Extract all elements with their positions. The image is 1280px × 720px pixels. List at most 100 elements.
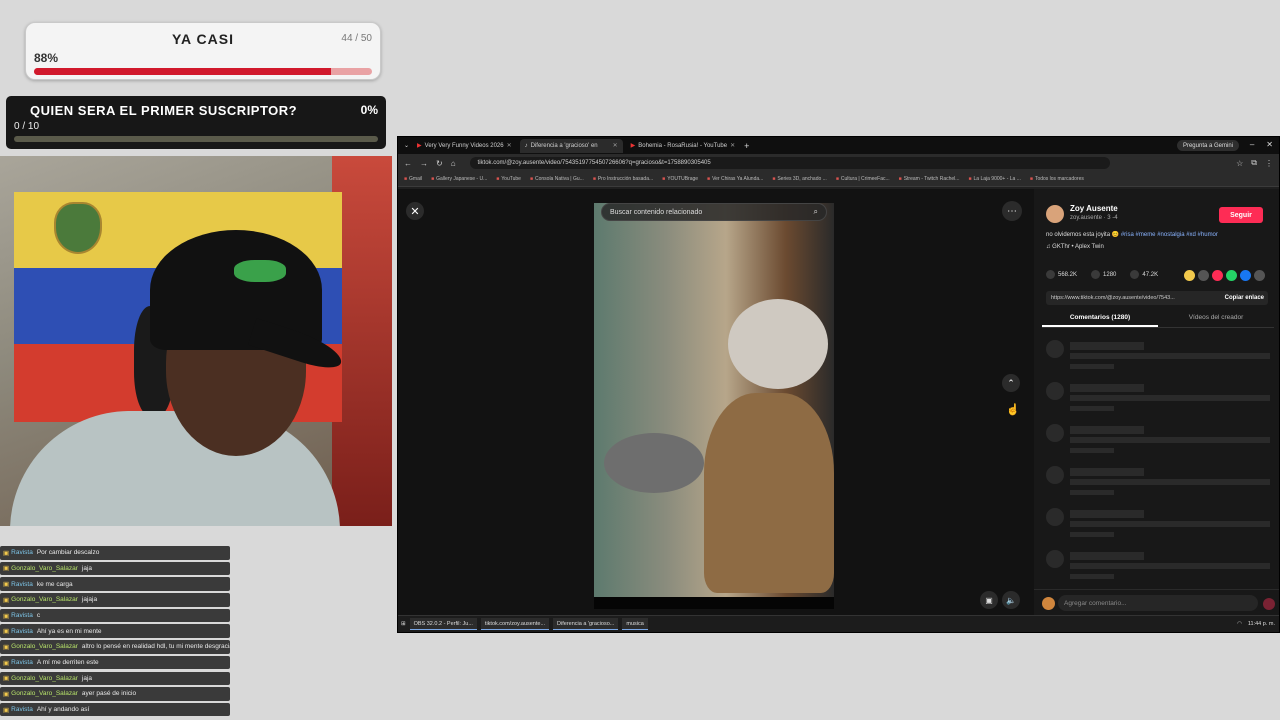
- pip-icon[interactable]: ▣: [980, 591, 998, 609]
- tab-search-icon[interactable]: ⌄: [404, 142, 409, 149]
- streamer: [0, 156, 392, 526]
- previous-video-icon[interactable]: ⌃: [1002, 374, 1020, 392]
- comment-skeleton: [1046, 466, 1272, 502]
- bookmark-item[interactable]: Gallery Japanese - U...: [431, 176, 487, 182]
- embed-icon[interactable]: [1198, 270, 1209, 281]
- creator-avatar[interactable]: [1046, 205, 1064, 223]
- bookmark-item[interactable]: YouTube: [496, 176, 521, 182]
- taskbar-diferencia[interactable]: Diferencia a 'gracioso...: [553, 618, 619, 630]
- chat-message: ▣ Gonzalo_Varo_Salazar altro lo pensé en r…: [0, 640, 230, 654]
- url-input[interactable]: tiktok.com/@zoy.ausente/video/7543519775…: [469, 157, 1110, 169]
- chat-message: ▣ Gonzalo_Varo_Salazar jaja: [0, 671, 230, 685]
- bookmark-item[interactable]: Cultura | CrimeeFac...: [836, 176, 890, 182]
- goal-widget-subscriber: QUIEN SERA EL PRIMER SUSCRIPTOR? 0% 0 / …: [6, 96, 386, 149]
- goal-title: YA CASI: [172, 31, 234, 47]
- related-search-input[interactable]: Buscar contenido relacionado ⌕: [601, 203, 827, 221]
- send-icon[interactable]: [1212, 270, 1223, 281]
- bookmark-item[interactable]: Consola Nativa | Gu...: [530, 176, 584, 182]
- goal-count: 44 / 50: [341, 33, 372, 44]
- bookmark-item[interactable]: Pro Instrucción basada...: [593, 176, 653, 182]
- hashtags[interactable]: #risa #meme #nostalgia #xd #humor: [1121, 232, 1218, 238]
- bookmark-item[interactable]: Gmail: [404, 176, 422, 182]
- back-icon[interactable]: ←: [404, 159, 412, 168]
- forward-icon[interactable]: [1254, 270, 1265, 281]
- chat-badge-icon: ▣: [3, 706, 10, 714]
- chat-badge-icon: ▣: [3, 675, 10, 683]
- taskbar-music[interactable]: musica: [622, 618, 648, 630]
- menu-icon[interactable]: ⋮: [1265, 159, 1273, 168]
- whatsapp-icon[interactable]: [1226, 270, 1237, 281]
- bookmark-item[interactable]: YOUTUBrage: [662, 176, 698, 182]
- music-label[interactable]: ♫ GKThr • Aplex Twin: [1046, 244, 1104, 250]
- video-link-field[interactable]: https://www.tiktok.com/@zoy.ausente/vide…: [1046, 291, 1268, 305]
- star-icon[interactable]: ☆: [1236, 159, 1243, 168]
- comment-skeleton: [1046, 508, 1272, 544]
- chat-username: Ravista: [11, 580, 33, 588]
- home-icon[interactable]: ⌂: [451, 159, 456, 168]
- bookmark-item[interactable]: Series 3D, anchado ...: [772, 176, 826, 182]
- comment-input[interactable]: Agregar comentario...: [1058, 595, 1258, 611]
- subscriber-goal-title: QUIEN SERA EL PRIMER SUSCRIPTOR?: [30, 103, 298, 118]
- like-button[interactable]: 568.2K: [1046, 270, 1077, 279]
- taskbar: ⊞ OBS 32.0.2 - Perfil: Ju... tiktok.com/…: [398, 615, 1279, 632]
- taskbar-obs[interactable]: OBS 32.0.2 - Perfil: Ju...: [409, 618, 477, 630]
- share-icon[interactable]: [1184, 270, 1195, 281]
- reload-icon[interactable]: ↻: [436, 159, 443, 168]
- video-player[interactable]: [594, 203, 834, 609]
- chat-message: ▣ Ravista Ahí y andando así: [0, 702, 230, 717]
- chat-badge-icon: ▣: [3, 690, 10, 698]
- extensions-icon[interactable]: ⧉: [1251, 158, 1257, 168]
- gemini-button[interactable]: Pregunta a Gemini: [1176, 140, 1239, 151]
- chat-username: Ravista: [11, 627, 33, 635]
- tab-comments[interactable]: Comentarios (1280): [1042, 314, 1158, 327]
- chat-text: A mí me derriten este: [36, 659, 99, 667]
- search-icon[interactable]: ⌕: [814, 207, 818, 217]
- wifi-icon[interactable]: ◠: [1237, 621, 1242, 627]
- video-description: no olvidemos esta joyita 😊 #risa #meme #…: [1046, 232, 1218, 238]
- tab-creator-videos[interactable]: Vídeos del creador: [1158, 314, 1274, 327]
- close-tab-icon[interactable]: ✕: [613, 142, 618, 149]
- forward-icon[interactable]: →: [420, 159, 428, 168]
- minimize-icon[interactable]: –: [1250, 140, 1254, 149]
- tab-youtube[interactable]: ▶ Bohemia - RosaRusia! - YouTube ✕: [626, 139, 740, 153]
- subscriber-goal-percent: 0%: [360, 103, 378, 117]
- new-tab-icon[interactable]: +: [744, 141, 749, 151]
- share-buttons: [1184, 270, 1265, 281]
- close-tab-icon[interactable]: ✕: [730, 142, 735, 149]
- engagement-stats: 568.2K 1280 47.2K: [1046, 270, 1158, 279]
- chat-text: jaja: [81, 564, 93, 572]
- chat-username: Ravista: [11, 659, 33, 667]
- chat-badge-icon: ▣: [3, 549, 10, 557]
- chat-text: Ahí ya es en mi mente: [36, 627, 102, 635]
- comment-button[interactable]: 1280: [1091, 270, 1116, 279]
- start-icon[interactable]: ⊞: [401, 621, 406, 627]
- creator-name[interactable]: Zoy Ausente: [1070, 204, 1118, 213]
- taskbar-tiktok[interactable]: tiktok.com/zoy.ausente...: [480, 618, 550, 630]
- chat-username: Gonzalo_Varo_Salazar: [11, 564, 78, 572]
- save-button[interactable]: 47.2K: [1130, 270, 1158, 279]
- chat-badge-icon: ▣: [3, 643, 10, 651]
- chat-message: ▣ Ravista c: [0, 608, 230, 623]
- comment-skeleton: [1046, 340, 1272, 376]
- bookmark-item[interactable]: Todos los marcadores: [1030, 176, 1084, 182]
- webcam-feed: [0, 156, 392, 526]
- video-info-panel: Zoy Ausente zoy.ausente · 3 -4 Seguir no…: [1034, 189, 1279, 617]
- facebook-icon[interactable]: [1240, 270, 1251, 281]
- close-tab-icon[interactable]: ✕: [507, 142, 512, 149]
- bookmark-item[interactable]: Ver Chiras Ya Alunda...: [707, 176, 763, 182]
- follow-button[interactable]: Seguir: [1219, 207, 1263, 223]
- tab-tiktok[interactable]: ♪ Diferencia a 'gracioso' en ✕: [519, 138, 623, 153]
- chat-username: Gonzalo_Varo_Salazar: [11, 643, 78, 651]
- copy-link-button[interactable]: Copiar enlace: [1225, 295, 1264, 301]
- heart-icon: [1046, 270, 1055, 279]
- close-window-icon[interactable]: ✕: [1266, 140, 1273, 149]
- chat-message: ▣ Gonzalo_Varo_Salazar ayer pasé de inicio: [0, 687, 230, 701]
- tab-funny-videos[interactable]: ▶ Very Very Funny Videos 2026 ✕: [412, 139, 517, 153]
- volume-icon[interactable]: 🔈: [1002, 591, 1020, 609]
- send-comment-icon[interactable]: [1263, 598, 1275, 610]
- bookmark-item[interactable]: Stream - Twitch Rachel...: [899, 176, 960, 182]
- bookmark-item[interactable]: La Laja 9000+ - La ...: [968, 176, 1021, 182]
- close-icon[interactable]: ✕: [406, 202, 424, 220]
- chat-badge-icon: ▣: [3, 581, 10, 589]
- more-options-icon[interactable]: ⋯: [1002, 201, 1022, 221]
